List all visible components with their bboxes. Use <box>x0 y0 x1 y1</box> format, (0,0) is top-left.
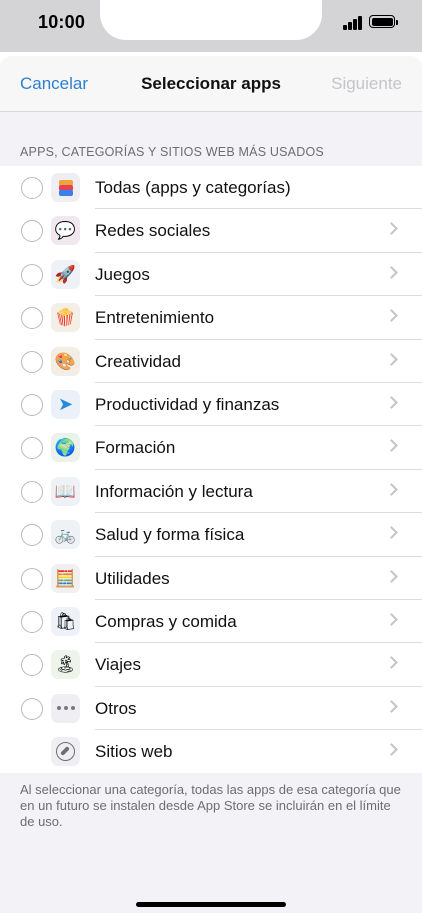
radio-button[interactable] <box>21 393 43 416</box>
category-row[interactable]: ➤ Productividad y finanzas <box>0 383 422 427</box>
section-header: APPS, CATEGORÍAS Y SITIOS WEB MÁS USADOS <box>20 145 324 159</box>
footer-note: Al seleccionar una categoría, todas las … <box>20 782 401 829</box>
radio-button[interactable] <box>21 350 43 373</box>
radio-button[interactable] <box>21 220 43 243</box>
radio-button[interactable] <box>21 437 43 460</box>
category-row[interactable]: 🚲 Salud y forma física <box>0 513 422 557</box>
chevron-right-icon <box>385 482 398 496</box>
category-label: Formación <box>95 438 176 458</box>
shopping-bag-icon: 🛍 <box>51 606 80 636</box>
battery-icon <box>369 15 398 28</box>
category-label: Creatividad <box>95 351 181 371</box>
chevron-right-icon <box>385 309 398 323</box>
category-row[interactable]: Todas (apps y categorías) <box>0 166 422 210</box>
chevron-right-icon <box>385 526 398 539</box>
cellular-signal-icon <box>343 16 365 30</box>
category-label: Sitios web <box>95 742 173 762</box>
status-bar: 10:00 <box>0 0 422 52</box>
category-label: Compras y comida <box>95 611 237 631</box>
layers-icon <box>51 173 80 202</box>
category-row[interactable]: Sitios web <box>0 730 422 773</box>
next-button[interactable]: Siguiente <box>331 74 402 94</box>
category-label: Juegos <box>95 264 150 284</box>
radio-button[interactable] <box>21 307 43 330</box>
chevron-right-icon <box>385 656 398 670</box>
more-dots-icon <box>51 693 80 723</box>
category-label: Productividad y finanzas <box>95 394 280 414</box>
paper-plane-icon: ➤ <box>51 389 80 419</box>
category-row[interactable]: 🍿 Entretenimiento <box>0 296 422 340</box>
chevron-right-icon <box>385 396 398 409</box>
category-list: Todas (apps y categorías) 💬 Redes sociales… <box>0 166 422 774</box>
select-apps-sheet: Cancelar Seleccionar apps Siguiente APPS… <box>0 56 422 913</box>
palette-icon: 🎨 <box>51 346 80 376</box>
radio-button[interactable] <box>21 177 43 199</box>
category-row[interactable]: 🏝 Viajes <box>0 643 422 687</box>
calculator-icon: 🧮 <box>51 563 80 593</box>
radio-button[interactable] <box>21 567 43 590</box>
category-label: Entretenimiento <box>95 308 215 328</box>
chevron-right-icon <box>385 699 398 713</box>
chevron-right-icon <box>385 222 398 236</box>
category-row[interactable]: 🛍 Compras y comida <box>0 600 422 644</box>
radio-button[interactable] <box>21 654 43 677</box>
chevron-right-icon <box>385 569 398 583</box>
radio-button[interactable] <box>21 480 43 503</box>
category-row[interactable]: Otros <box>0 687 422 731</box>
category-label: Utilidades <box>95 568 170 588</box>
category-row[interactable]: 🚀 Juegos <box>0 253 422 297</box>
phone-screen: 10:00 Cancelar Seleccionar apps Siguient… <box>0 0 422 913</box>
island-icon: 🏝 <box>51 650 80 680</box>
category-label: Información y lectura <box>95 481 253 501</box>
category-row[interactable]: 📖 Información y lectura <box>0 470 422 514</box>
status-time: 10:00 <box>38 12 86 32</box>
chevron-right-icon <box>385 352 398 366</box>
category-label: Otros <box>95 698 137 718</box>
book-icon: 📖 <box>51 476 80 506</box>
radio-button[interactable] <box>21 524 43 547</box>
home-indicator[interactable] <box>136 902 286 907</box>
chat-heart-icon: 💬 <box>51 216 80 246</box>
category-row[interactable]: 💬 Redes sociales <box>0 209 422 253</box>
chevron-right-icon <box>385 265 398 279</box>
radio-button[interactable] <box>21 697 43 720</box>
category-row[interactable]: 🎨 Creatividad <box>0 340 422 383</box>
radio-button[interactable] <box>21 263 43 286</box>
device-notch <box>100 0 322 40</box>
chevron-right-icon <box>385 743 398 756</box>
radio-button[interactable] <box>21 610 43 633</box>
globe-icon: 🌍 <box>51 433 80 463</box>
category-label: Viajes <box>95 655 141 675</box>
rocket-icon: 🚀 <box>51 259 80 289</box>
category-row[interactable]: 🧮 Utilidades <box>0 557 422 600</box>
category-row[interactable]: 🌍 Formación <box>0 426 422 470</box>
chevron-right-icon <box>385 613 398 626</box>
category-label: Salud y forma física <box>95 525 245 545</box>
compass-icon <box>51 737 80 767</box>
navigation-bar: Cancelar Seleccionar apps Siguiente <box>0 56 422 112</box>
category-label: Todas (apps y categorías) <box>95 178 291 197</box>
chevron-right-icon <box>385 439 398 453</box>
popcorn-icon: 🍿 <box>51 303 80 333</box>
bicycle-icon: 🚲 <box>51 520 80 550</box>
category-label: Redes sociales <box>95 221 211 241</box>
